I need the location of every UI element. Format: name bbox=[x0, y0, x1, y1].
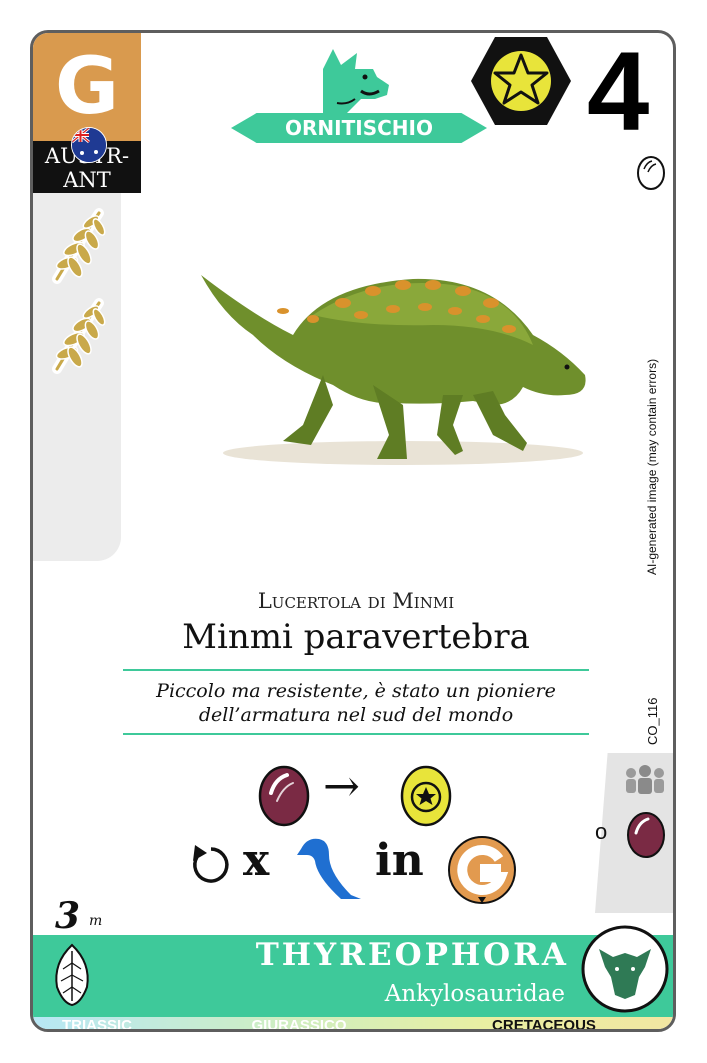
description-line-2: dell’armatura nel sud del mondo bbox=[198, 704, 514, 726]
divider-top bbox=[123, 669, 589, 671]
triceratops-head-icon bbox=[317, 47, 393, 121]
group-name: THYREOPHORA bbox=[255, 937, 569, 973]
ability-arrow: → bbox=[323, 761, 360, 812]
region-g-icon bbox=[445, 833, 519, 911]
dinosaur-card: G AUSTR- ANT bbox=[30, 30, 676, 1032]
common-name: Lucertola di Minmi bbox=[257, 589, 455, 613]
herd-icon bbox=[623, 765, 667, 799]
fern-leaf-icon bbox=[47, 295, 109, 379]
ability-in: in bbox=[375, 835, 424, 886]
leaf-outline-icon bbox=[51, 943, 93, 1011]
size-unit: m bbox=[89, 913, 103, 929]
period-cretaceous: CRETACEOUS bbox=[492, 1017, 596, 1032]
scientific-name: Minmi paravertebra bbox=[182, 617, 530, 657]
period-jurassic: GIURASSICO bbox=[251, 1017, 347, 1032]
alternative-label: o bbox=[595, 819, 608, 844]
divider-bottom bbox=[123, 733, 589, 735]
egg-icon bbox=[257, 763, 311, 831]
description: Piccolo ma resistente, è stato un pionie… bbox=[103, 679, 609, 727]
dinosaur-illustration bbox=[193, 255, 603, 479]
size-value: 3 bbox=[55, 895, 81, 937]
family-name: Ankylosauridae bbox=[384, 981, 565, 1007]
fern-leaf-icon bbox=[47, 205, 109, 289]
sauropod-icon bbox=[293, 833, 363, 907]
star-hexagon-icon bbox=[469, 35, 573, 131]
description-line-1: Piccolo ma resistente, è stato un pionie… bbox=[156, 680, 556, 702]
card-code: CO_116 bbox=[645, 697, 660, 745]
australia-flag-icon bbox=[71, 127, 107, 163]
rotate-icon bbox=[187, 841, 231, 893]
ability-x: x bbox=[243, 835, 270, 886]
egg-icon bbox=[635, 151, 667, 195]
star-egg-icon bbox=[399, 763, 453, 831]
points-value: 4 bbox=[587, 30, 650, 154]
ankylosaur-head-icon bbox=[579, 923, 671, 1019]
ai-notice: AI-generated image (may contain errors) bbox=[645, 358, 659, 575]
region-letter: G bbox=[54, 42, 120, 132]
egg-icon bbox=[625, 809, 667, 863]
clade-label: ORNITISCHIO bbox=[285, 116, 433, 140]
period-triassic: TRIASSIC bbox=[61, 1017, 132, 1032]
